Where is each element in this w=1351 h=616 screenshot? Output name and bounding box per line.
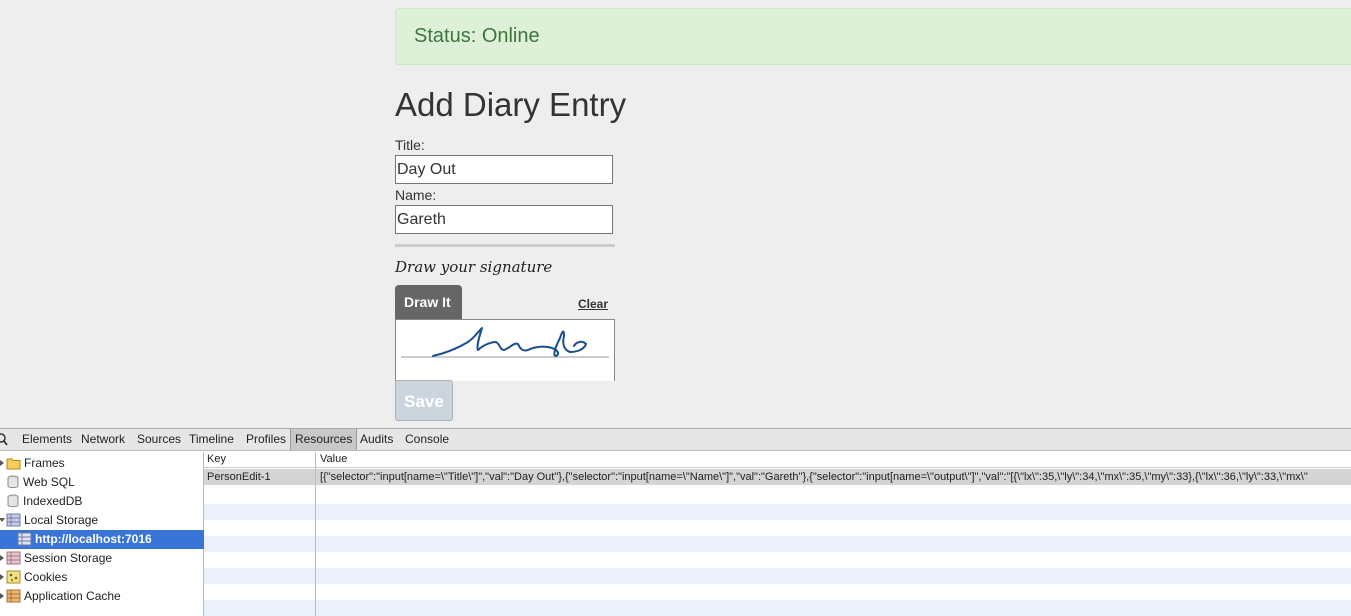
- expand-arrow-icon[interactable]: [0, 574, 4, 580]
- tree-label: Application Cache: [24, 589, 121, 603]
- save-button[interactable]: Save: [395, 380, 453, 421]
- collapse-arrow-icon[interactable]: [0, 518, 5, 522]
- tree-item-indexeddb[interactable]: IndexedDB: [0, 492, 204, 511]
- signature-hint: Draw your signature: [395, 258, 553, 276]
- draw-it-tab[interactable]: Draw It: [395, 285, 462, 320]
- name-input[interactable]: [395, 205, 613, 234]
- clear-link[interactable]: Clear: [578, 297, 608, 311]
- tree-item-session-storage[interactable]: Session Storage: [0, 549, 204, 568]
- folder-icon: [6, 458, 21, 470]
- column-divider[interactable]: [315, 452, 316, 616]
- expand-arrow-icon[interactable]: [0, 555, 4, 561]
- signature-drawing: [401, 327, 609, 358]
- tab-audits[interactable]: Audits: [356, 429, 397, 450]
- title-input[interactable]: [395, 155, 613, 184]
- signature-pad[interactable]: [395, 319, 615, 381]
- page-title: Add Diary Entry: [395, 86, 627, 123]
- key-column-header[interactable]: Key: [207, 453, 226, 465]
- tab-network[interactable]: Network: [77, 429, 129, 450]
- grid-filler-row: [204, 504, 1351, 520]
- tree-item-application-cache[interactable]: Application Cache: [0, 587, 204, 606]
- devtools-toolbar: Elements Network Sources Timeline Profil…: [0, 429, 1351, 451]
- grid-icon: [6, 551, 21, 565]
- tab-sources[interactable]: Sources: [133, 429, 185, 450]
- tree-label: Frames: [24, 456, 65, 470]
- value-column-header[interactable]: Value: [320, 453, 347, 465]
- grid-filler-row: [204, 536, 1351, 552]
- signature-stroke: [432, 327, 587, 357]
- name-label: Name:: [395, 187, 437, 203]
- tree-label: http://localhost:7016: [35, 532, 152, 546]
- grid-filler-row: [204, 568, 1351, 584]
- tab-timeline[interactable]: Timeline: [185, 429, 238, 450]
- database-icon: [7, 494, 19, 507]
- storage-grid: Key Value PersonEdit-1 [{"selector":"inp…: [204, 452, 1351, 616]
- tab-console[interactable]: Console: [401, 429, 453, 450]
- tree-item-local-storage[interactable]: Local Storage: [0, 511, 204, 530]
- tree-label: Web SQL: [23, 475, 75, 489]
- status-alert: Status: Online: [395, 8, 1351, 65]
- title-label: Title:: [395, 137, 425, 153]
- expand-arrow-icon[interactable]: [0, 460, 4, 466]
- grid-icon: [17, 532, 32, 546]
- tree-label: Local Storage: [24, 513, 99, 527]
- table-row[interactable]: PersonEdit-1 [{"selector":"input[name=\"…: [204, 469, 1351, 485]
- tree-label: Cookies: [24, 570, 68, 584]
- tree-label: IndexedDB: [23, 494, 83, 508]
- page: Status: Online Add Diary Entry Title: Na…: [0, 0, 1351, 428]
- tab-resources[interactable]: Resources: [290, 429, 358, 450]
- tree-item-cookies[interactable]: Cookies: [0, 568, 204, 587]
- search-icon[interactable]: [0, 433, 8, 447]
- divider: [395, 244, 615, 247]
- devtools-panel: Elements Network Sources Timeline Profil…: [0, 428, 1351, 616]
- cookie-icon: [6, 570, 21, 584]
- grid-filler-row: [204, 600, 1351, 616]
- tab-profiles[interactable]: Profiles: [242, 429, 290, 450]
- tree-item-localhost[interactable]: http://localhost:7016: [0, 530, 204, 549]
- database-icon: [7, 475, 19, 488]
- grid-icon: [6, 589, 21, 603]
- expand-arrow-icon[interactable]: [0, 593, 4, 599]
- tab-elements[interactable]: Elements: [18, 429, 76, 450]
- grid-icon: [6, 513, 21, 527]
- tree-item-frames[interactable]: Frames: [0, 454, 204, 473]
- resources-sidebar: Frames Web SQL IndexedDB Local Storage h…: [0, 452, 204, 616]
- row-key: PersonEdit-1: [207, 471, 271, 483]
- tree-label: Session Storage: [24, 551, 113, 565]
- grid-header: Key Value: [204, 452, 1351, 468]
- row-value: [{"selector":"input[name=\"Title\"]","va…: [320, 471, 1308, 483]
- tree-item-web-sql[interactable]: Web SQL: [0, 473, 204, 492]
